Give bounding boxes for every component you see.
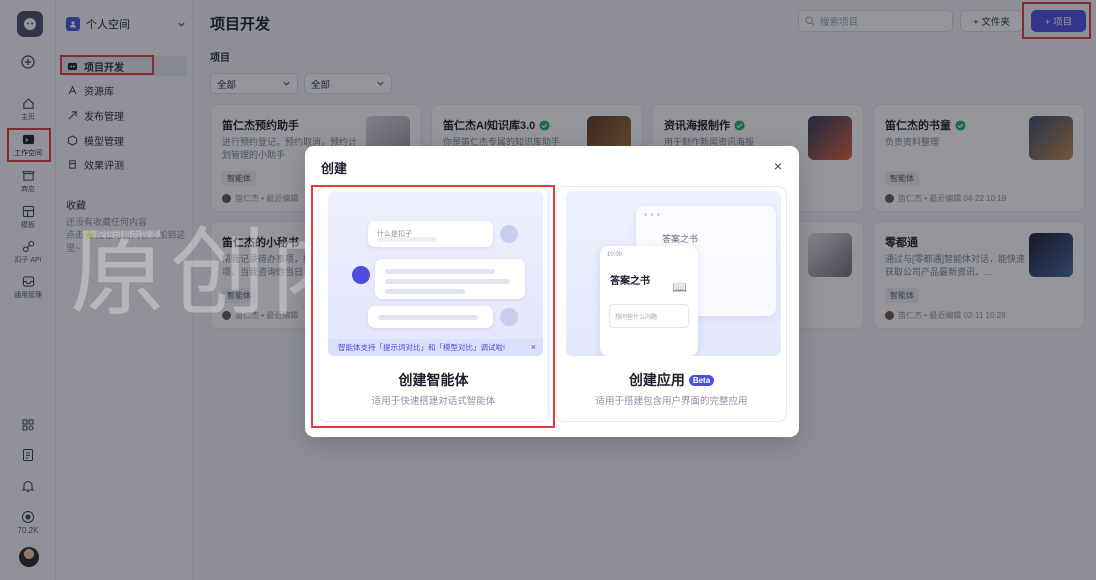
preview-phone-title: 答案之书 (610, 276, 650, 287)
create-dialog: 创建 × 什么是扣子 智能体支持「提示词对比」和「模型对比」调试啦! × 创建智… (305, 146, 799, 437)
book-icon: 📖 (672, 280, 687, 294)
create-app-desc: 适用于搭建包含用户界面的完整应用 (595, 396, 748, 407)
create-app-label: 创建应用 (628, 372, 685, 388)
dialog-title: 创建 (321, 161, 348, 176)
preview-desktop-title: 答案之书 (662, 234, 699, 244)
create-app-option[interactable]: • • • 答案之书 10:00 答案之书 📖 想问些什么问题 创建应用 Bet… (556, 186, 787, 422)
close-icon[interactable]: × (774, 158, 782, 174)
preview-input-text: 想问些什么问题 (615, 315, 658, 321)
beta-badge: Beta (688, 374, 715, 386)
preview-phone: 10:00 答案之书 📖 想问些什么问题 (600, 246, 698, 356)
preview-time: 10:00 (607, 252, 623, 258)
preview-input-box: 想问些什么问题 (609, 304, 689, 328)
app-preview-illustration: • • • 答案之书 10:00 答案之书 📖 想问些什么问题 (566, 191, 781, 356)
create-agent-highlight-box (311, 185, 555, 428)
